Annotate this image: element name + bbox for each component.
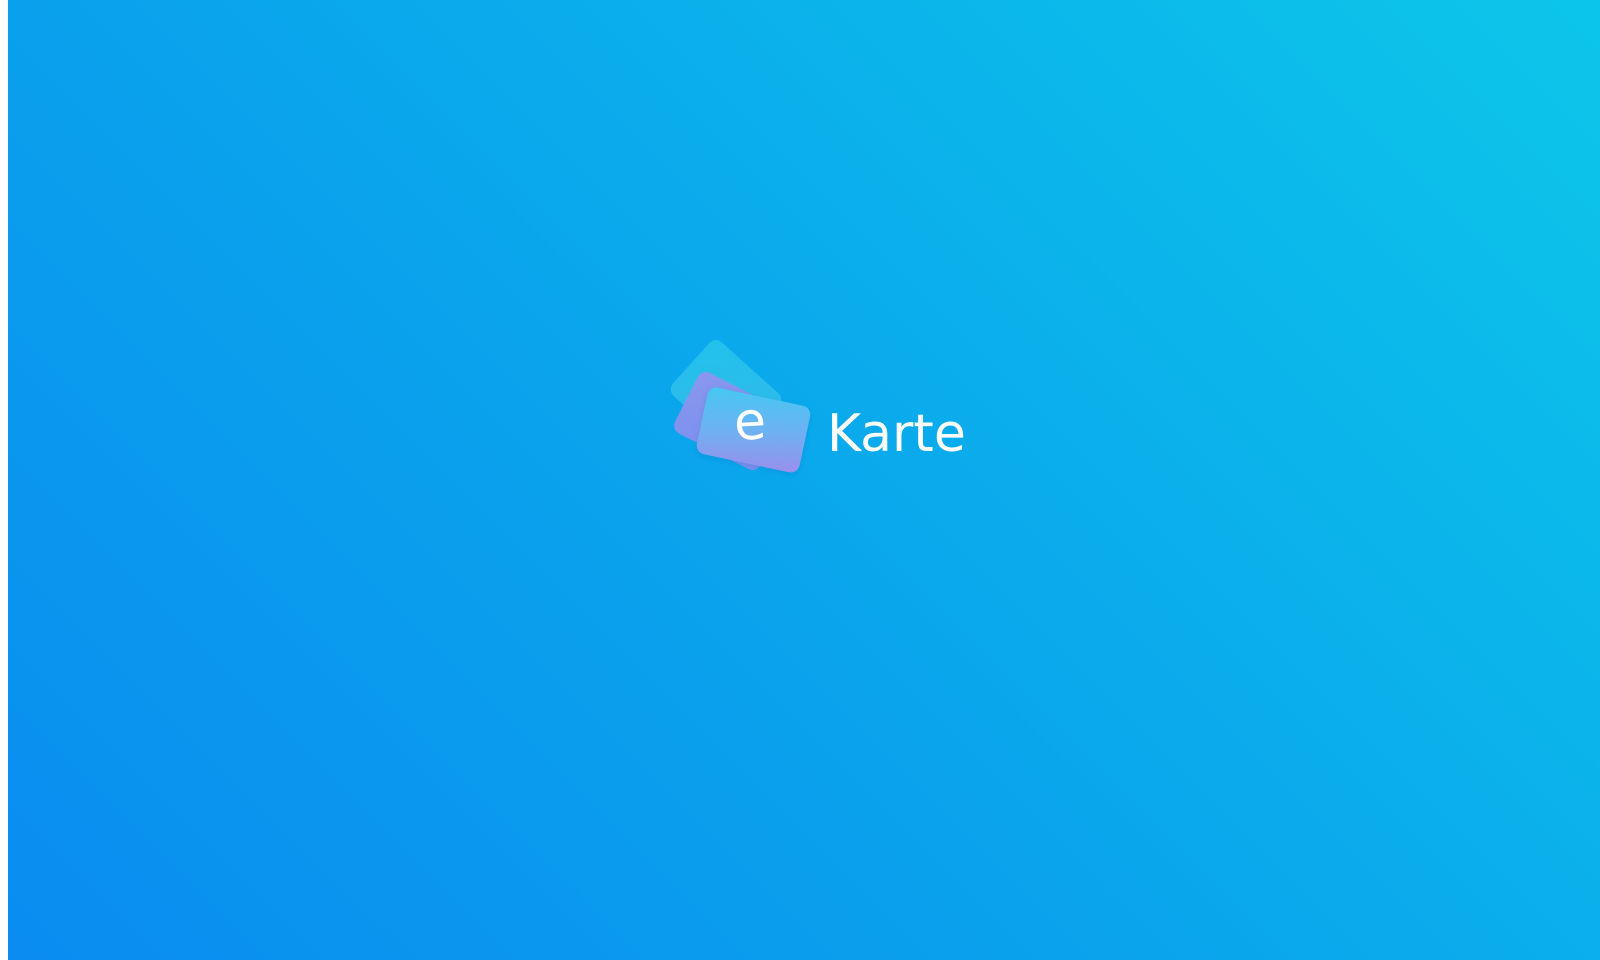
app-name: Karte (827, 404, 966, 464)
logo-letter: e (732, 391, 768, 453)
splash-screen: e Karte (8, 0, 1600, 960)
stacked-cards-logo-icon: e (667, 336, 821, 490)
app-logo: e Karte (667, 336, 971, 490)
window-edge (0, 0, 8, 960)
